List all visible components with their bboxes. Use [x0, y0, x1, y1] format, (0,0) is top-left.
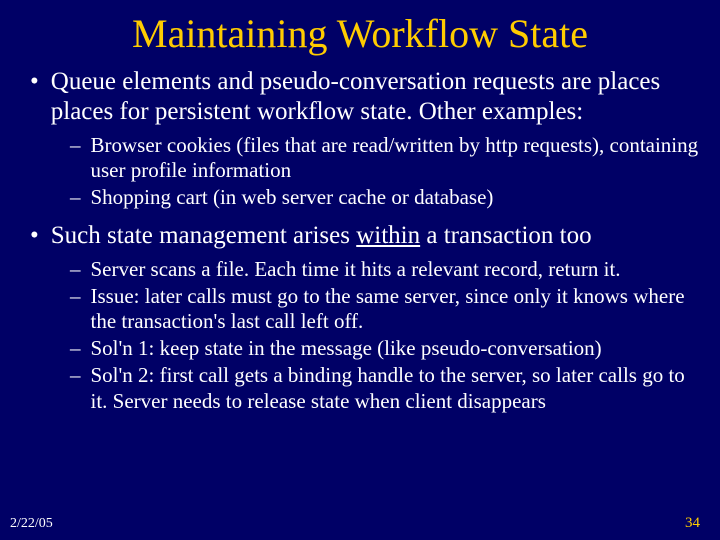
- bullet-dot-icon: •: [30, 221, 39, 251]
- text-before: Such state management arises: [51, 222, 356, 249]
- text-after: a transaction too: [420, 222, 591, 249]
- bullet-sub: – Shopping cart (in web server cache or …: [70, 185, 700, 210]
- footer-page: 34: [685, 515, 700, 532]
- bullet-main-2: • Such state management arises within a …: [30, 221, 700, 251]
- dash-icon: –: [70, 284, 81, 334]
- dash-icon: –: [70, 185, 81, 210]
- dash-icon: –: [70, 336, 81, 361]
- sub-text: Server scans a file. Each time it hits a…: [91, 257, 621, 282]
- sub-text: Shopping cart (in web server cache or da…: [91, 185, 494, 210]
- bullet-sub: – Browser cookies (files that are read/w…: [70, 133, 700, 183]
- text-underline: within: [356, 222, 420, 249]
- bullet-sub: – Server scans a file. Each time it hits…: [70, 257, 700, 282]
- slide-title: Maintaining Workflow State: [20, 10, 700, 57]
- bullet-sub: – Issue: later calls must go to the same…: [70, 284, 700, 334]
- sub-text: Browser cookies (files that are read/wri…: [91, 133, 701, 183]
- slide: Maintaining Workflow State • Queue eleme…: [0, 0, 720, 540]
- bullet-main-2-text: Such state management arises within a tr…: [51, 221, 592, 251]
- sub-list-2: – Server scans a file. Each time it hits…: [70, 257, 700, 414]
- sub-text: Sol'n 1: keep state in the message (like…: [91, 336, 602, 361]
- footer-date: 2/22/05: [10, 516, 53, 532]
- sub-list-1: – Browser cookies (files that are read/w…: [70, 133, 700, 211]
- bullet-main-1-text: Queue elements and pseudo-conversation r…: [51, 67, 700, 127]
- bullet-main-1: • Queue elements and pseudo-conversation…: [30, 67, 700, 127]
- dash-icon: –: [70, 133, 81, 183]
- bullet-dot-icon: •: [30, 67, 39, 127]
- sub-text: Sol'n 2: first call gets a binding handl…: [91, 363, 701, 413]
- dash-icon: –: [70, 257, 81, 282]
- bullet-sub: – Sol'n 1: keep state in the message (li…: [70, 336, 700, 361]
- bullet-sub: – Sol'n 2: first call gets a binding han…: [70, 363, 700, 413]
- sub-text: Issue: later calls must go to the same s…: [91, 284, 701, 334]
- dash-icon: –: [70, 363, 81, 413]
